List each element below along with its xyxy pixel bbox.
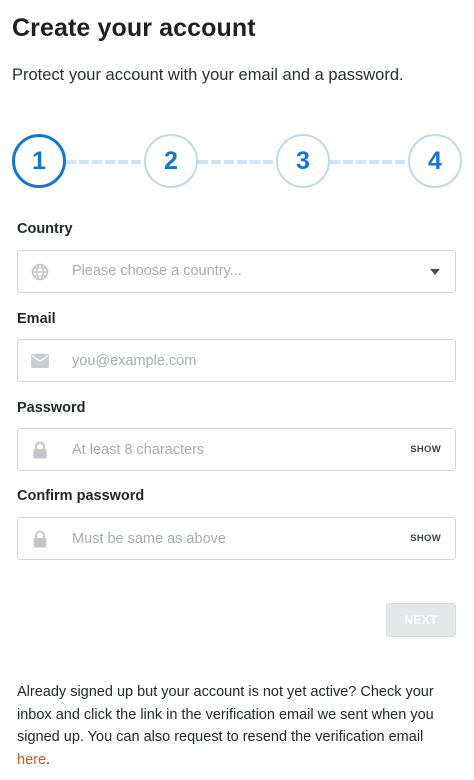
envelope-icon <box>30 351 50 371</box>
show-password-toggle[interactable]: SHOW <box>410 444 441 455</box>
country-select[interactable]: Please choose a country... <box>17 250 456 293</box>
country-placeholder: Please choose a country... <box>72 263 242 279</box>
email-field[interactable] <box>72 340 392 381</box>
activation-note: Already signed up but your account is no… <box>17 681 459 771</box>
globe-icon <box>30 262 50 282</box>
chevron-down-icon[interactable] <box>430 269 440 275</box>
activation-note-end: . <box>46 751 51 768</box>
step-connector <box>330 160 410 164</box>
lock-icon <box>30 440 50 460</box>
step-2[interactable]: 2 <box>144 134 198 188</box>
step-connector <box>198 160 278 164</box>
activation-note-text: Already signed up but your account is no… <box>17 684 434 745</box>
password-field[interactable] <box>72 429 392 470</box>
step-1[interactable]: 1 <box>12 134 66 188</box>
show-confirm-password-toggle[interactable]: SHOW <box>410 533 441 544</box>
confirm-password-field-container: SHOW <box>17 517 456 560</box>
resend-verification-link[interactable]: here <box>17 752 46 768</box>
step-4[interactable]: 4 <box>408 134 462 188</box>
lock-icon <box>30 529 50 549</box>
page-title: Create your account <box>12 14 256 42</box>
confirm-password-field[interactable] <box>72 518 392 559</box>
password-field-container: SHOW <box>17 428 456 471</box>
confirm-password-label: Confirm password <box>17 488 145 504</box>
email-field-container <box>17 339 456 382</box>
step-3[interactable]: 3 <box>276 134 330 188</box>
progress-stepper: 1 2 3 4 <box>12 134 462 190</box>
next-button[interactable]: NEXT <box>386 603 456 637</box>
password-label: Password <box>17 400 86 416</box>
page-subtitle: Protect your account with your email and… <box>12 66 404 84</box>
country-label: Country <box>17 221 73 237</box>
email-label: Email <box>17 311 56 327</box>
step-connector <box>66 160 146 164</box>
